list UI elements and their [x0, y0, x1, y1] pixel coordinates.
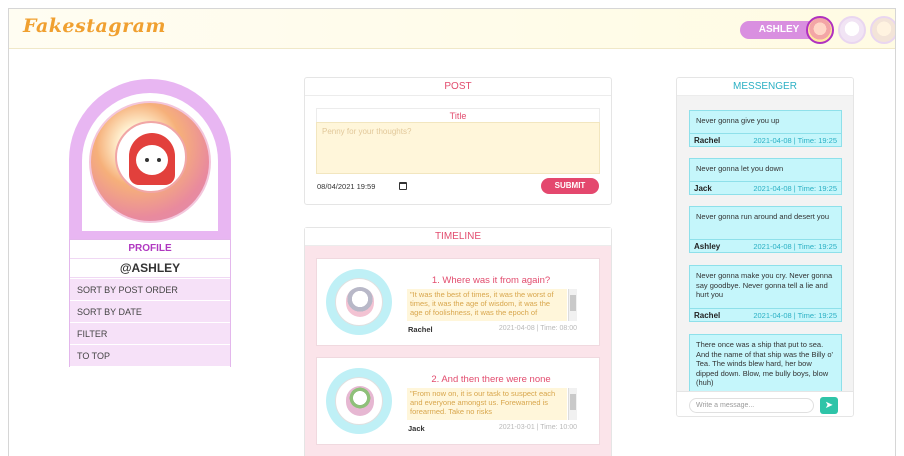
- message-bubble: Never gonna give you up Rachel 2021-04-0…: [689, 110, 842, 147]
- message-input[interactable]: Write a message...: [689, 398, 814, 413]
- post-body-scrollbar[interactable]: [568, 388, 577, 420]
- profile-picture: [89, 101, 211, 223]
- post-title: 2. And then there were none: [431, 374, 551, 385]
- message-text: Never gonna make you cry. Never gonna sa…: [696, 271, 833, 299]
- message-timestamp: 2021-04-08 | Time: 19:25: [753, 242, 837, 251]
- avatar-figure-shape: [346, 287, 374, 317]
- message-timestamp: 2021-04-08 | Time: 19:25: [753, 136, 837, 145]
- message-bubble: Never gonna make you cry. Never gonna sa…: [689, 265, 842, 322]
- post-body-scrollbar[interactable]: [568, 289, 577, 321]
- message-author: Rachel: [694, 136, 721, 145]
- header-bar: Fakestagram ASHLEY: [9, 9, 895, 49]
- profile-panel: PROFILE @ASHLEY SORT BY POST ORDER SORT …: [69, 239, 231, 367]
- app-logo[interactable]: Fakestagram: [23, 15, 166, 37]
- message-timestamp: 2021-04-08 | Time: 19:25: [753, 184, 837, 193]
- message-author: Jack: [694, 184, 712, 193]
- post-body-input[interactable]: Penny for your thoughts?: [316, 122, 600, 174]
- profile-handle: @ASHLEY: [70, 258, 230, 278]
- avatar-user-3[interactable]: [870, 16, 895, 44]
- menu-sort-by-date[interactable]: SORT BY DATE: [70, 301, 230, 323]
- send-icon[interactable]: ➤: [820, 397, 838, 414]
- avatar-ashley[interactable]: [806, 16, 834, 44]
- timeline-heading: TIMELINE: [305, 228, 611, 246]
- avatar-face-shape: [136, 145, 168, 175]
- post-title-input[interactable]: Title: [316, 108, 600, 122]
- avatar-figure-shape: [346, 386, 374, 416]
- post-author-avatar: [335, 278, 383, 326]
- post-panel: POST Title Penny for your thoughts? 08/0…: [304, 77, 612, 205]
- scrollbar-thumb[interactable]: [570, 394, 576, 410]
- submit-button[interactable]: SUBMIT: [541, 178, 599, 194]
- avatar-eye-left: [145, 158, 149, 162]
- post-body: "It was the best of times, it was the wo…: [407, 289, 567, 321]
- app-frame: Fakestagram ASHLEY PROFILE @ASHLEY SORT …: [8, 8, 896, 456]
- menu-filter[interactable]: FILTER: [70, 323, 230, 345]
- avatar-user-2[interactable]: [838, 16, 866, 44]
- message-text: There once was a ship that put to sea. A…: [696, 340, 833, 387]
- messenger-heading: MESSENGER: [677, 78, 853, 96]
- menu-sort-by-post-order[interactable]: SORT BY POST ORDER: [70, 279, 230, 301]
- post-avatar-ring: [326, 269, 392, 335]
- message-text: Never gonna let you down: [696, 164, 784, 173]
- post-author-avatar: [335, 377, 383, 425]
- message-text: Never gonna run around and desert you: [696, 212, 830, 221]
- post-body: "From now on, it is our task to suspect …: [407, 388, 567, 420]
- message-meta: Jack 2021-04-08 | Time: 19:25: [690, 181, 841, 194]
- message-input-row: Write a message... ➤: [677, 391, 853, 416]
- post-timestamp: 2021-03-01 | Time: 10:00: [498, 424, 577, 431]
- post-date-input[interactable]: 08/04/2021 19:59: [317, 181, 407, 193]
- profile-label: PROFILE: [128, 243, 172, 254]
- message-bubble: There once was a ship that put to sea. A…: [689, 334, 842, 396]
- timeline-post[interactable]: 2. And then there were none "From now on…: [316, 357, 600, 445]
- post-heading: POST: [305, 78, 611, 96]
- post-author: Jack: [408, 424, 425, 433]
- message-bubble: Never gonna let you down Jack 2021-04-08…: [689, 158, 842, 195]
- post-timestamp: 2021-04-08 | Time: 08:00: [498, 325, 577, 332]
- message-author: Ashley: [694, 242, 721, 251]
- messenger-panel: MESSENGER Never gonna give you up Rachel…: [676, 77, 854, 417]
- message-meta: Rachel 2021-04-08 | Time: 19:25: [690, 308, 841, 321]
- timeline-panel: TIMELINE 1. Where was it from again? "It…: [304, 227, 612, 456]
- message-bubble: Never gonna run around and desert you As…: [689, 206, 842, 253]
- message-text: Never gonna give you up: [696, 116, 780, 125]
- message-author: Rachel: [694, 311, 721, 320]
- post-title: 1. Where was it from again?: [431, 275, 551, 286]
- post-author: Rachel: [408, 325, 433, 334]
- scrollbar-thumb[interactable]: [570, 295, 576, 311]
- avatar-eye-right: [157, 158, 161, 162]
- message-meta: Rachel 2021-04-08 | Time: 19:25: [690, 133, 841, 146]
- message-meta: Ashley 2021-04-08 | Time: 19:25: [690, 239, 841, 252]
- profile-picture-inner: [115, 121, 187, 193]
- calendar-icon[interactable]: [399, 182, 407, 190]
- timeline-post[interactable]: 1. Where was it from again? "It was the …: [316, 258, 600, 346]
- post-avatar-ring: [326, 368, 392, 434]
- message-timestamp: 2021-04-08 | Time: 19:25: [753, 311, 837, 320]
- menu-to-top[interactable]: TO TOP: [70, 345, 230, 367]
